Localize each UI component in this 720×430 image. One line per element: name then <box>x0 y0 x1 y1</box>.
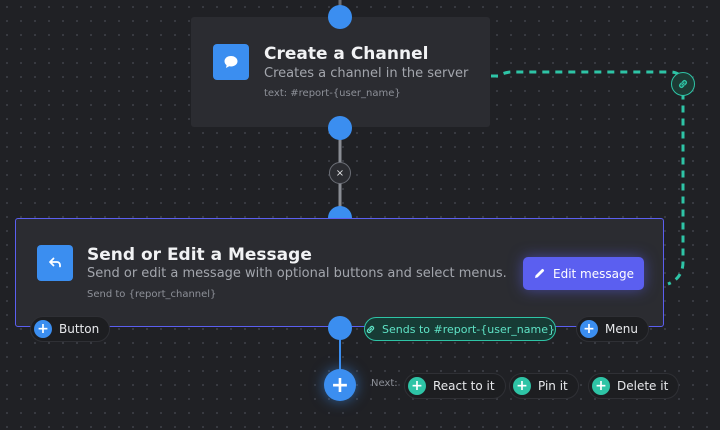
block-title: Send or Edit a Message <box>87 245 312 265</box>
link-icon <box>366 325 375 333</box>
block-description: Send or edit a message with optional but… <box>87 266 507 281</box>
block-description: Creates a channel in the server <box>264 66 469 81</box>
disconnect-button[interactable]: × <box>329 162 351 184</box>
plus-icon: + <box>592 377 610 395</box>
output-port-message[interactable] <box>328 316 352 340</box>
next-action-label: React to it <box>433 379 495 393</box>
link-icon[interactable] <box>671 72 695 96</box>
edit-message-label: Edit message <box>553 266 634 281</box>
plus-icon: + <box>330 372 350 398</box>
plus-icon: + <box>34 320 52 338</box>
add-button-pill[interactable]: + Button <box>30 316 111 342</box>
next-label: Next: <box>371 378 398 389</box>
block-meta: Send to {report_channel} <box>87 289 217 300</box>
edit-message-button[interactable]: Edit message <box>523 257 644 290</box>
next-action-label: Delete it <box>617 379 669 393</box>
next-action-react[interactable]: + React to it <box>404 373 506 399</box>
add-button-label: Button <box>59 322 100 336</box>
add-next-block-button[interactable]: + <box>324 369 356 401</box>
sends-to-label: Sends to #report-{user_name} <box>382 322 555 336</box>
chat-bubble-icon <box>213 44 249 80</box>
plus-icon: + <box>513 377 531 395</box>
plus-icon: + <box>580 320 598 338</box>
block-meta: text: #report-{user_name} <box>264 88 401 99</box>
sends-to-link[interactable]: Sends to #report-{user_name} <box>364 317 556 341</box>
add-menu-pill[interactable]: + Menu <box>576 316 649 342</box>
output-port-channel[interactable] <box>328 116 352 140</box>
create-channel-block[interactable]: Create a Channel Creates a channel in th… <box>191 17 490 127</box>
input-port-top[interactable] <box>328 5 352 29</box>
plus-icon: + <box>408 377 426 395</box>
close-icon: × <box>335 167 345 179</box>
reply-arrow-icon <box>37 245 73 281</box>
block-title: Create a Channel <box>264 44 429 64</box>
next-action-pin[interactable]: + Pin it <box>509 373 579 399</box>
pencil-icon <box>535 268 545 278</box>
next-action-label: Pin it <box>538 379 568 393</box>
next-action-delete[interactable]: + Delete it <box>588 373 680 399</box>
add-menu-label: Menu <box>605 322 638 336</box>
